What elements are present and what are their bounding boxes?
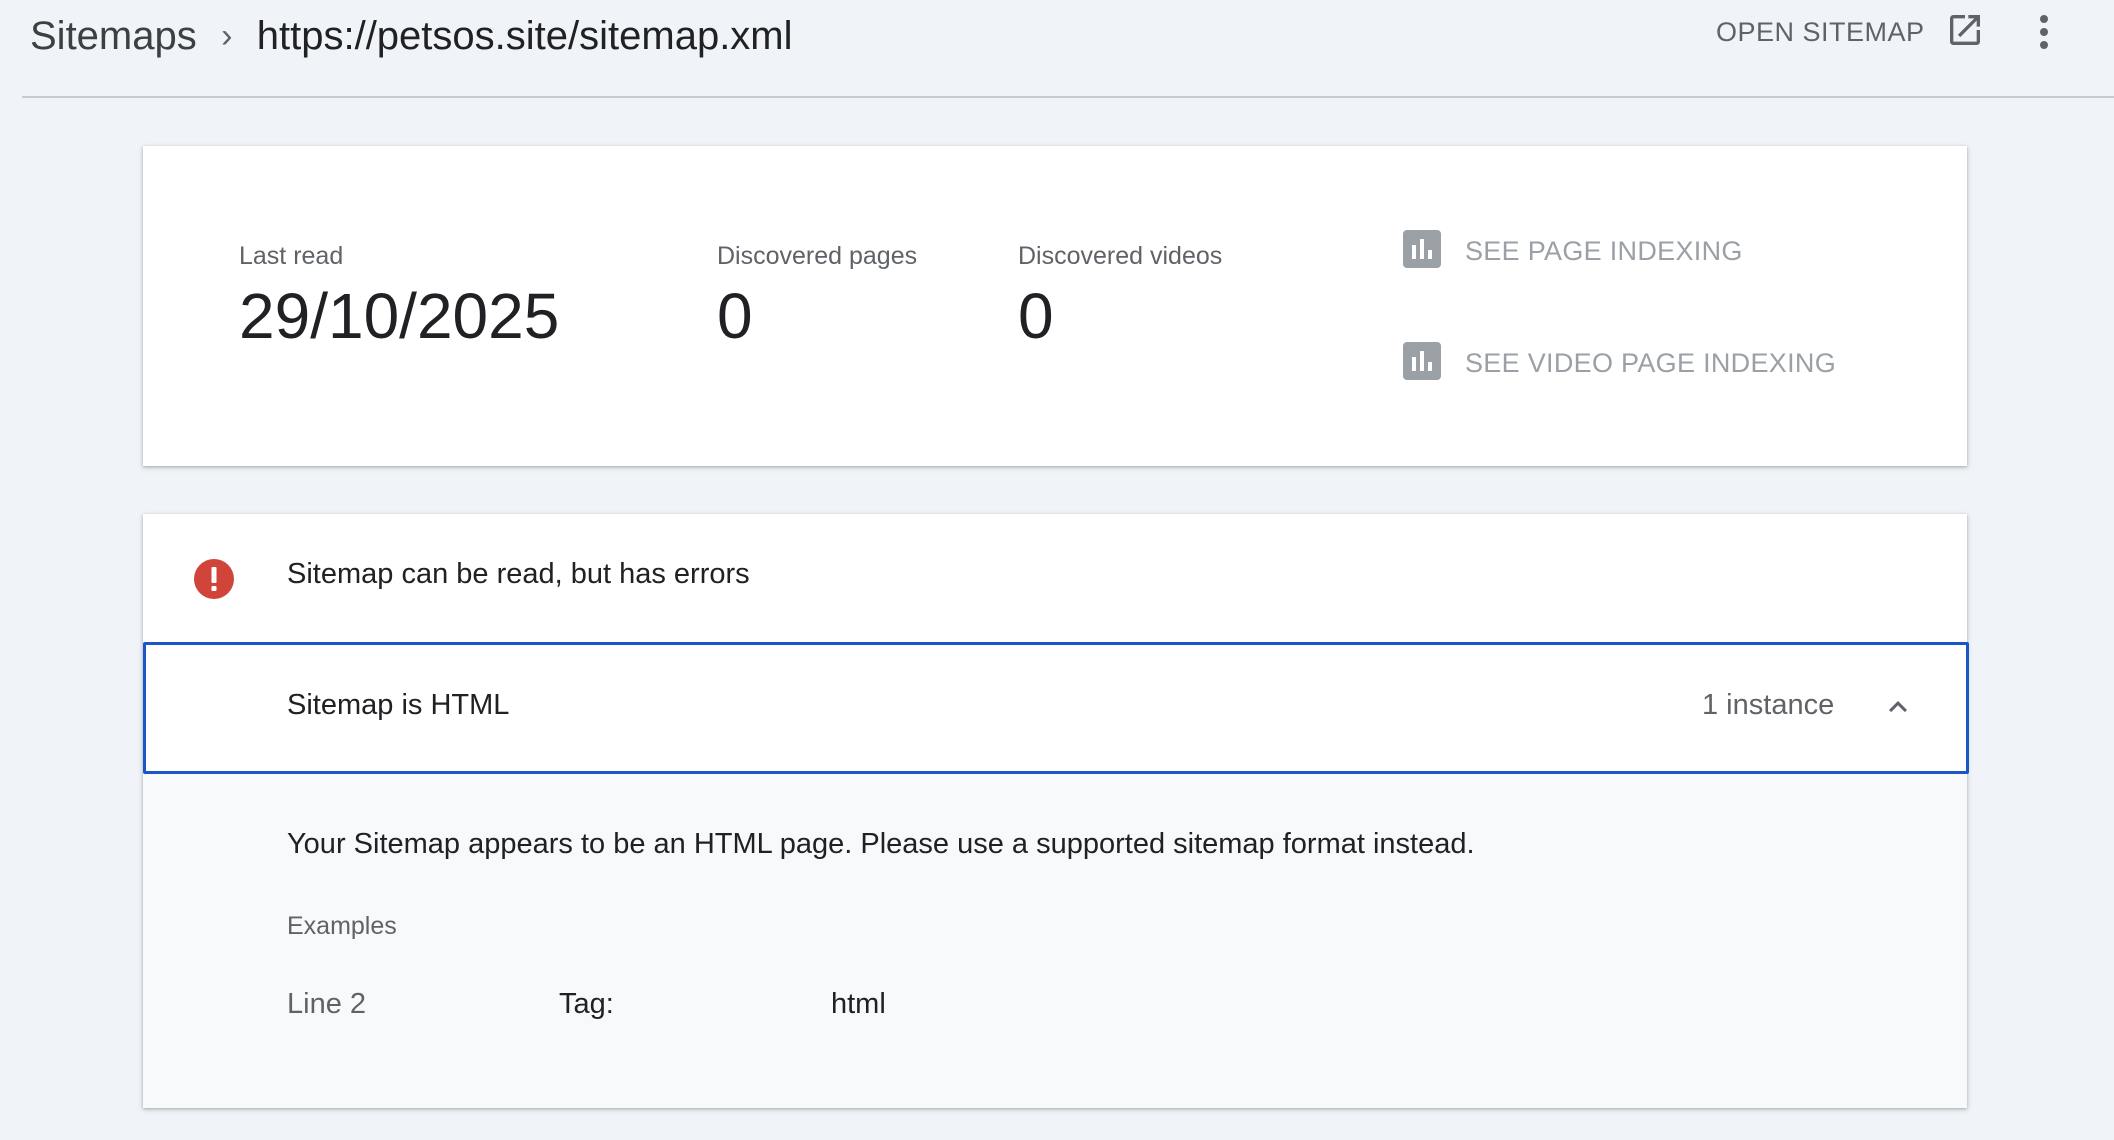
issue-description: Your Sitemap appears to be an HTML page.… [287, 828, 1475, 860]
open-sitemap-button[interactable]: OPEN SITEMAP [1716, 6, 1985, 58]
example-line-number: Line 2 [287, 988, 367, 1020]
stat-discovered-videos-value: 0 [1018, 280, 1054, 352]
see-page-indexing-link[interactable]: SEE PAGE INDEXING [1403, 230, 1743, 273]
bar-chart-icon [1403, 230, 1441, 273]
stat-last-read-value: 29/10/2025 [239, 280, 560, 352]
error-icon [193, 558, 235, 605]
more-options-button[interactable] [2024, 10, 2064, 54]
sitemap-stats-card: Last read 29/10/2025 Discovered pages 0 … [143, 146, 1967, 466]
error-status-header: Sitemap can be read, but has errors [143, 514, 1967, 642]
stat-discovered-pages-value: 0 [717, 280, 753, 352]
stat-discovered-pages-label: Discovered pages [717, 242, 918, 270]
examples-heading: Examples [287, 912, 397, 940]
bar-chart-icon [1403, 342, 1441, 385]
see-video-page-indexing-link[interactable]: SEE VIDEO PAGE INDEXING [1403, 342, 1836, 385]
breadcrumb-separator: › [221, 16, 233, 55]
example-tag-value: html [831, 988, 886, 1020]
example-tag-label: Tag: [559, 988, 614, 1020]
example-row: Line 2 Tag: html [143, 988, 1967, 1032]
open-in-new-icon [1945, 10, 1985, 55]
issue-detail-panel: Your Sitemap appears to be an HTML page.… [143, 774, 1967, 1108]
stat-discovered-pages: Discovered pages 0 [717, 242, 917, 351]
more-vert-icon [2024, 15, 2064, 58]
issue-instance-count: 1 instance [1702, 689, 1835, 721]
open-sitemap-label: OPEN SITEMAP [1716, 16, 1925, 47]
top-bar: Sitemaps › https://petsos.site/sitemap.x… [0, 0, 2114, 96]
issue-row-sitemap-is-html[interactable]: Sitemap is HTML 1 instance [143, 642, 1969, 774]
see-video-page-indexing-label: SEE VIDEO PAGE INDEXING [1465, 348, 1836, 378]
stat-discovered-videos: Discovered videos 0 [1018, 242, 1222, 351]
stat-discovered-videos-label: Discovered videos [1018, 242, 1223, 270]
error-status-text: Sitemap can be read, but has errors [287, 558, 750, 590]
header-divider [22, 96, 2114, 98]
see-page-indexing-label: SEE PAGE INDEXING [1465, 236, 1743, 266]
issue-title: Sitemap is HTML [287, 689, 510, 721]
breadcrumb: Sitemaps › https://petsos.site/sitemap.x… [30, 10, 793, 62]
stat-last-read-label: Last read [239, 242, 344, 270]
chevron-up-icon[interactable] [1880, 689, 1916, 730]
sitemap-errors-card: Sitemap can be read, but has errors Site… [143, 514, 1969, 1108]
breadcrumb-current-sitemap: https://petsos.site/sitemap.xml [256, 13, 793, 58]
stat-last-read: Last read 29/10/2025 [239, 242, 559, 351]
breadcrumb-sitemaps-link[interactable]: Sitemaps [30, 14, 197, 59]
